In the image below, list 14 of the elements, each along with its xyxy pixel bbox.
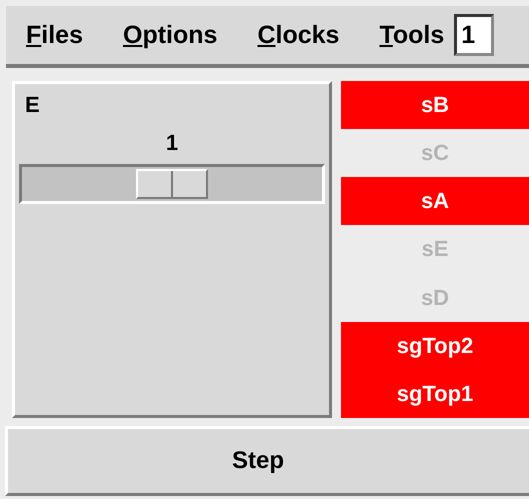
- slider-thumb[interactable]: [136, 169, 208, 199]
- menu-item[interactable]: Files: [26, 20, 83, 50]
- slider-value: 1: [166, 130, 178, 156]
- signal-item[interactable]: sgTop2: [341, 322, 529, 370]
- menu-item[interactable]: Tools: [379, 20, 444, 50]
- signal-item[interactable]: sB: [341, 81, 529, 130]
- panel-title: E: [24, 91, 40, 118]
- menu-item[interactable]: Clocks: [257, 20, 340, 50]
- input-field[interactable]: 1: [454, 14, 494, 56]
- signal-item[interactable]: sA: [341, 177, 529, 226]
- menu-item[interactable]: Options: [122, 20, 218, 50]
- signal-item[interactable]: sgTop1: [341, 370, 529, 418]
- slider-track[interactable]: [19, 164, 325, 204]
- step-button[interactable]: Step: [5, 426, 529, 496]
